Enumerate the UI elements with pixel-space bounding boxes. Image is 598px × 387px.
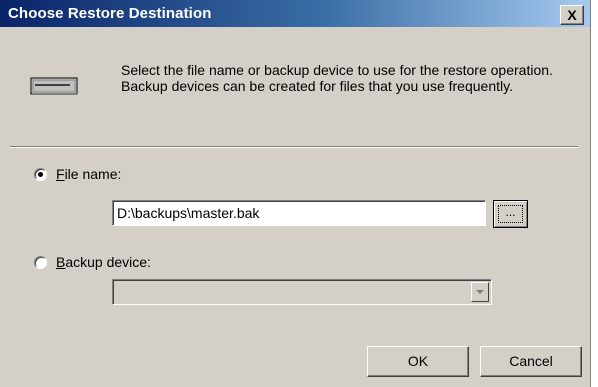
backup-device-radio[interactable] xyxy=(34,256,47,269)
file-name-input[interactable]: D:\backups\master.bak xyxy=(112,200,486,226)
dialog-title: Choose Restore Destination xyxy=(8,5,212,22)
backup-device-select[interactable] xyxy=(112,279,492,305)
description-text: Select the file name or backup device to… xyxy=(121,62,553,94)
title-bar[interactable]: Choose Restore Destination X xyxy=(0,0,590,27)
close-button[interactable]: X xyxy=(560,5,584,25)
close-icon: X xyxy=(567,7,577,23)
ellipsis-icon: ... xyxy=(498,205,523,223)
cancel-button[interactable]: Cancel xyxy=(480,346,582,377)
radio-selected-dot xyxy=(38,172,43,177)
restore-dialog: Choose Restore Destination X Select the … xyxy=(0,0,591,387)
ok-button[interactable]: OK xyxy=(367,346,469,377)
dropdown-arrow-button[interactable] xyxy=(471,282,489,302)
chevron-down-icon xyxy=(476,290,484,294)
file-name-radio[interactable] xyxy=(34,168,47,181)
separator xyxy=(10,146,578,148)
file-name-label[interactable]: File name: xyxy=(56,166,121,182)
browse-button[interactable]: ... xyxy=(493,200,528,228)
disk-drive-icon xyxy=(30,77,78,95)
backup-device-label[interactable]: Backup device: xyxy=(56,254,151,270)
